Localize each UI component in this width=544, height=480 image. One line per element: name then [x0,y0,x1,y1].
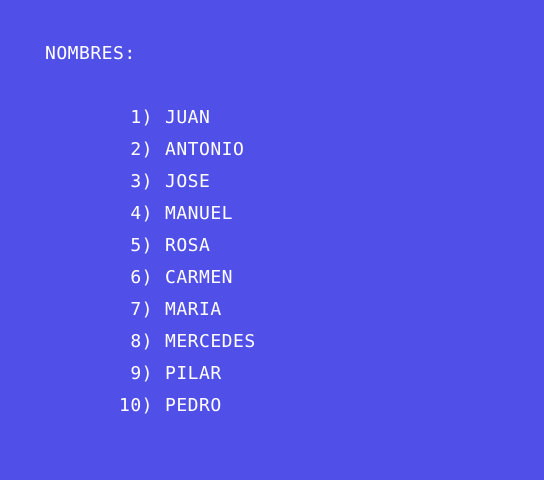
retro-terminal-screen: NOMBRES: 1) JUAN 2) ANTONIO 3) JOSE 4) MANUE… [0,0,544,480]
item-number: 5) [130,235,153,256]
item-name: MARIA [165,299,222,320]
item-name: JOSE [165,171,211,192]
list-item: 4) MANUEL [116,202,256,234]
item-number: 7) [130,299,153,320]
item-number: 9) [130,363,153,384]
item-name: MANUEL [165,203,234,224]
list-item: 3) JOSE [116,170,256,202]
item-number: 2) [130,139,153,160]
item-name: ANTONIO [165,139,245,160]
list-item: 6) CARMEN [116,266,256,298]
item-name: ROSA [165,235,211,256]
item-number: 4) [130,203,153,224]
list-item: 7) MARIA [116,298,256,330]
list-item: 2) ANTONIO [116,138,256,170]
item-name: MERCEDES [165,331,256,352]
item-name: CARMEN [165,267,234,288]
list-heading: NOMBRES: [45,43,136,64]
item-number: 3) [130,171,153,192]
list-item: 1) JUAN [116,106,256,138]
list-item: 9) PILAR [116,362,256,394]
item-number: 1) [130,107,153,128]
item-number: 8) [130,331,153,352]
item-name: PILAR [165,363,222,384]
list-item: 8) MERCEDES [116,330,256,362]
names-list: 1) JUAN 2) ANTONIO 3) JOSE 4) MANUEL 5) ROSA … [116,106,256,426]
list-item: 10) PEDRO [116,394,256,426]
item-number: 6) [130,267,153,288]
item-number: 10) [118,395,153,416]
item-name: JUAN [165,107,211,128]
item-name: PEDRO [165,395,222,416]
list-item: 5) ROSA [116,234,256,266]
